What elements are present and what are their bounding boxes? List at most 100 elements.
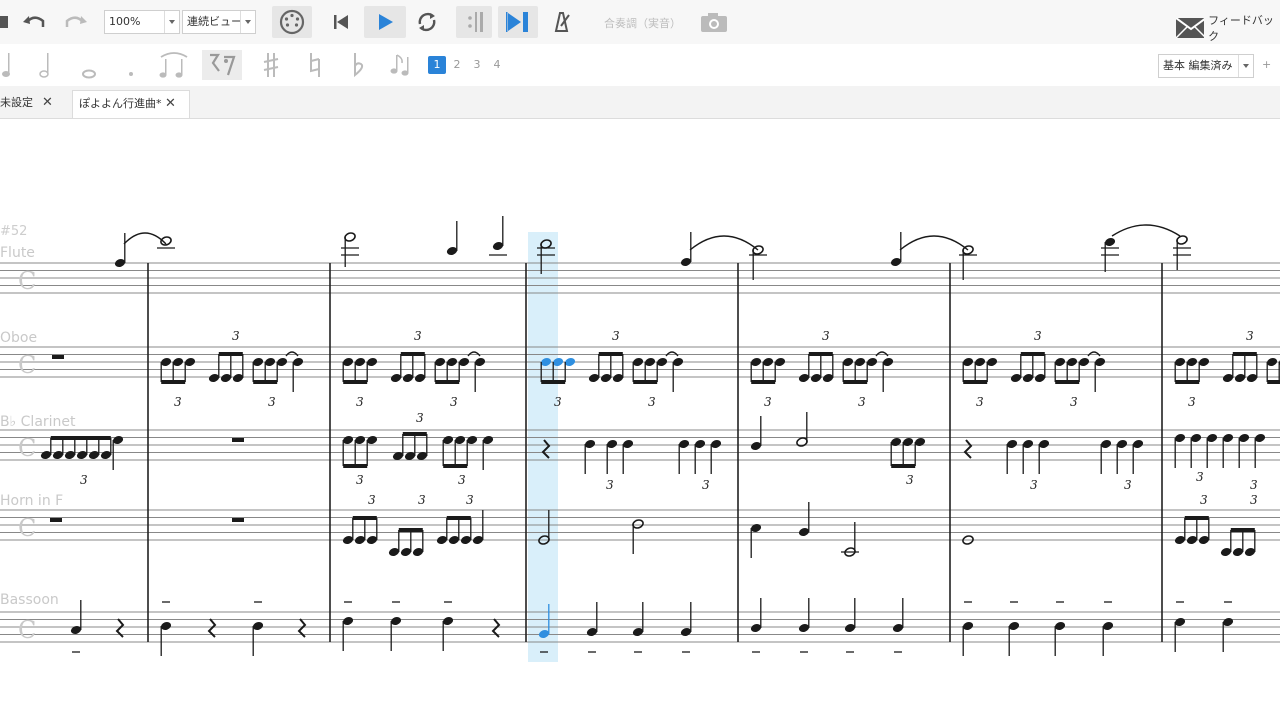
- measure-number: #52: [0, 224, 27, 239]
- loop-icon: [418, 12, 436, 32]
- feedback-label: フィードバック: [1208, 14, 1274, 43]
- tuplet-number: 3: [1124, 478, 1132, 492]
- repeat-icon: [468, 12, 483, 32]
- tuplet-number: 3: [356, 395, 364, 409]
- grace-note-icon[interactable]: [388, 50, 414, 80]
- note-rest[interactable]: [963, 439, 973, 459]
- score-canvas[interactable]: #52 Flute Oboe B♭ Clarinet Horn in F Bas…: [0, 119, 1280, 720]
- time-signature-c: C: [18, 514, 36, 542]
- play-button[interactable]: [364, 6, 406, 38]
- view-mode-value: 連続ビュー: [187, 15, 242, 28]
- playback-cursor: [528, 232, 558, 662]
- tuplet-number: 3: [1246, 329, 1254, 343]
- tuplet-number: 3: [418, 493, 426, 507]
- concert-pitch-toggle[interactable]: 合奏調（実音）: [604, 15, 681, 31]
- tuplet-number: 3: [1250, 493, 1258, 507]
- staff-lines: [0, 262, 1280, 643]
- voice-3-button[interactable]: 3: [468, 56, 486, 74]
- voice-1-button[interactable]: 1: [428, 56, 446, 74]
- zoom-select[interactable]: 100%: [104, 10, 180, 34]
- rewind-icon: [334, 15, 348, 29]
- loop-button[interactable]: [412, 6, 442, 38]
- note-slur[interactable]: [899, 235, 969, 251]
- envelope-icon: [1176, 18, 1205, 38]
- score-view[interactable]: #52 Flute Oboe B♭ Clarinet Horn in F Bas…: [0, 119, 1280, 720]
- tuplet-number: 3: [356, 473, 364, 487]
- tie-icon[interactable]: [156, 50, 192, 80]
- whole-note-icon[interactable]: [78, 50, 100, 80]
- tuplet-number: 3: [1250, 478, 1258, 492]
- note-slur[interactable]: [123, 232, 167, 245]
- tab-poyoyon-march[interactable]: ぽよよん行進曲* ✕: [72, 90, 190, 118]
- image-capture-button[interactable]: [698, 6, 730, 38]
- rest-toggle-icon[interactable]: [202, 50, 242, 80]
- tuplet-number: 3: [1070, 395, 1078, 409]
- time-signature-c: C: [18, 267, 36, 295]
- zoom-value: 100%: [109, 15, 141, 28]
- time-signature-c: C: [18, 434, 36, 462]
- tuplet-number: 3: [1200, 493, 1208, 507]
- save-icon[interactable]: [0, 6, 10, 38]
- workspace-value: 基本 編集済み: [1163, 59, 1233, 72]
- tuplet-number: 3: [268, 395, 276, 409]
- tuplet-number: 3: [858, 395, 866, 409]
- midi-input-button[interactable]: [272, 6, 312, 38]
- note-rest[interactable]: [52, 355, 64, 359]
- quarter-note-icon[interactable]: [0, 50, 14, 80]
- time-signatures: C C C C C: [18, 267, 36, 644]
- note-head[interactable]: [160, 236, 172, 247]
- pan-score-button[interactable]: [498, 6, 538, 38]
- midi-icon: [279, 9, 305, 35]
- note-rest[interactable]: [50, 518, 62, 522]
- tuplet-number: 3: [606, 478, 614, 492]
- flat-icon[interactable]: [348, 50, 370, 80]
- notes[interactable]: [40, 216, 1280, 656]
- tuplet-number: 3: [368, 493, 376, 507]
- tuplet-number: 3: [1196, 470, 1204, 484]
- note-slur[interactable]: [689, 235, 759, 251]
- close-icon[interactable]: ✕: [42, 90, 53, 116]
- score-tabs: 未設定 ✕ ぽよよん行進曲* ✕: [0, 86, 1280, 119]
- tuplet-number: 3: [1034, 329, 1042, 343]
- half-note-icon[interactable]: [34, 50, 54, 80]
- tuplet-number: 3: [554, 395, 562, 409]
- tuplet-number: 3: [822, 329, 830, 343]
- view-mode-select[interactable]: 連続ビュー: [182, 10, 256, 34]
- tuplet-number: 3: [764, 395, 772, 409]
- instrument-name-clarinet: B♭ Clarinet: [0, 414, 76, 430]
- tuplet-number: 3: [450, 395, 458, 409]
- note-input-toolbar: 1 2 3 4 基本 編集済み +: [0, 44, 1280, 87]
- sharp-icon[interactable]: [260, 50, 282, 80]
- tuplet-number: 3: [976, 395, 984, 409]
- tuplet-number: 3: [458, 473, 466, 487]
- tuplet-number: 3: [80, 473, 88, 487]
- main-toolbar: 100% 連続ビュー 合奏調（実音） フィードバック: [0, 0, 1280, 45]
- tuplet-number: 3: [612, 329, 620, 343]
- close-icon[interactable]: ✕: [165, 91, 176, 117]
- time-signature-c: C: [18, 351, 36, 379]
- tab-untitled[interactable]: 未設定 ✕: [0, 90, 70, 118]
- pan-icon: [506, 12, 528, 32]
- metronome-button[interactable]: [546, 6, 576, 38]
- time-signature-c: C: [18, 616, 36, 644]
- voice-2-button[interactable]: 2: [448, 56, 466, 74]
- add-workspace-button[interactable]: +: [1262, 58, 1271, 71]
- note-rest[interactable]: [232, 518, 244, 522]
- play-icon: [379, 14, 393, 30]
- rewind-button[interactable]: [326, 6, 356, 38]
- tuplet-number: 3: [906, 473, 914, 487]
- note-rest[interactable]: [232, 438, 244, 442]
- undo-icon[interactable]: [18, 6, 50, 38]
- metronome-icon: [554, 12, 570, 32]
- voice-4-button[interactable]: 4: [488, 56, 506, 74]
- workspace-select[interactable]: 基本 編集済み: [1158, 54, 1254, 78]
- camera-icon: [701, 13, 727, 32]
- tab-label: ぽよよん行進曲*: [79, 97, 162, 110]
- feedback-button[interactable]: フィードバック: [1176, 12, 1280, 44]
- redo-icon[interactable]: [60, 6, 92, 38]
- repeat-playback-button[interactable]: [456, 6, 492, 38]
- chevron-down-icon: [164, 11, 179, 33]
- note-slur[interactable]: [1111, 224, 1181, 237]
- dot-icon[interactable]: [124, 50, 138, 80]
- natural-icon[interactable]: [304, 50, 326, 80]
